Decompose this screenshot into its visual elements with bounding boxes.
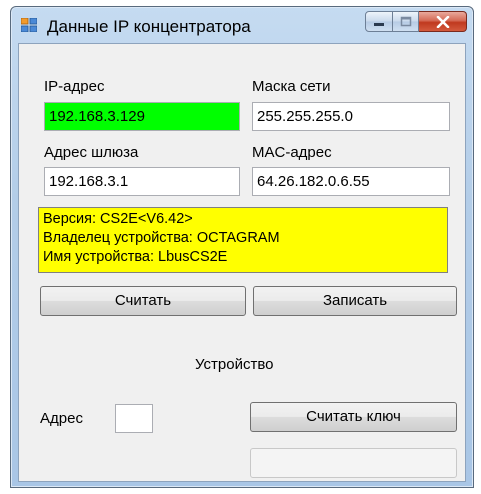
owner-text: Владелец устройства: OCTAGRAM xyxy=(43,230,280,246)
maximize-icon xyxy=(400,16,411,27)
write-button[interactable]: Записать xyxy=(253,286,457,316)
ip-field[interactable]: 192.168.3.129 xyxy=(44,102,240,131)
mask-label: Маска сети xyxy=(252,78,331,95)
maximize-button[interactable] xyxy=(393,11,419,32)
read-button[interactable]: Считать xyxy=(40,286,246,316)
device-info-box: Версия: CS2E<V6.42> Владелец устройства:… xyxy=(38,207,448,273)
title-bar[interactable]: Данные IP концентратора xyxy=(11,7,473,43)
minimize-button[interactable] xyxy=(365,11,393,32)
read-key-button[interactable]: Считать ключ xyxy=(250,402,457,432)
mac-label: MAC-адрес xyxy=(252,144,332,161)
app-icon xyxy=(21,18,37,32)
close-icon xyxy=(436,15,449,28)
gateway-label: Адрес шлюза xyxy=(44,144,139,161)
mac-field[interactable]: 64.26.182.0.6.55 xyxy=(252,167,450,196)
key-output-field xyxy=(250,448,457,478)
mask-field[interactable]: 255.255.255.0 xyxy=(252,102,450,131)
window-title: Данные IP концентратора xyxy=(47,17,251,36)
client-area: IP-адрес 192.168.3.129 Маска сети 255.25… xyxy=(18,43,466,482)
ip-label: IP-адрес xyxy=(44,78,105,95)
gateway-field[interactable]: 192.168.3.1 xyxy=(44,167,240,196)
address-field[interactable] xyxy=(115,404,153,433)
caption-buttons xyxy=(365,11,467,33)
dialog-window: Данные IP концентратора IP-адрес 192.168… xyxy=(10,6,474,488)
minimize-icon xyxy=(374,22,384,26)
device-name-text: Имя устройства: LbusCS2E xyxy=(43,249,228,265)
close-button[interactable] xyxy=(419,11,467,32)
address-label: Адрес xyxy=(40,410,83,427)
device-section-title: Устройство xyxy=(195,356,274,373)
version-text: Версия: CS2E<V6.42> xyxy=(43,211,193,227)
